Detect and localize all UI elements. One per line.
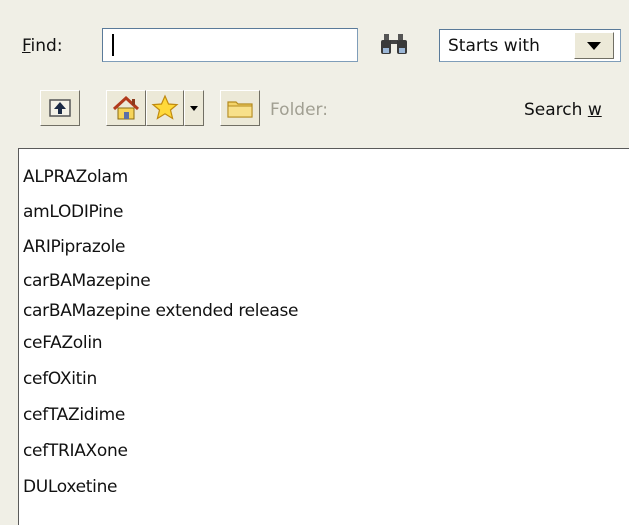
find-dialog: Find: Starts with Folder: Search w ALPRA… <box>0 0 629 525</box>
find-label: Find: <box>22 36 63 56</box>
favorites-button[interactable] <box>146 90 184 126</box>
search-within-hotkey: w <box>587 100 602 120</box>
find-label-text: ind: <box>30 36 63 56</box>
home-button[interactable] <box>106 90 146 126</box>
chevron-down-icon <box>587 42 601 50</box>
match-mode-value: Starts with <box>448 36 540 56</box>
list-item[interactable]: carBAMazepine extended release <box>23 301 299 321</box>
list-item[interactable]: DULoxetine <box>23 477 118 497</box>
text-caret <box>112 34 114 56</box>
list-item[interactable]: amLODIPine <box>23 202 123 222</box>
match-mode-select[interactable]: Starts with <box>439 29 621 62</box>
list-item[interactable]: cefTAZidime <box>23 405 125 425</box>
binoculars-icon[interactable] <box>379 32 409 58</box>
chevron-down-icon <box>190 106 198 111</box>
folder-button[interactable] <box>220 90 260 126</box>
match-mode-dropdown-button[interactable] <box>574 32 614 59</box>
find-input[interactable] <box>102 28 358 62</box>
list-item[interactable]: cefTRIAXone <box>23 441 128 461</box>
list-item[interactable]: cefOXitin <box>23 369 97 389</box>
favorites-dropdown-button[interactable] <box>184 90 204 126</box>
folder-label: Folder: <box>270 100 328 120</box>
list-item[interactable]: ceFAZolin <box>23 333 103 353</box>
up-folder-button[interactable] <box>40 90 80 126</box>
search-within-link[interactable]: Search w <box>524 100 602 120</box>
list-item[interactable]: carBAMazepine <box>23 271 151 291</box>
find-label-hotkey: F <box>22 36 31 56</box>
list-item[interactable]: ARIPiprazole <box>23 237 125 257</box>
list-item[interactable]: ALPRAZolam <box>23 167 128 187</box>
search-within-prefix: Search <box>524 100 588 120</box>
results-list[interactable]: ALPRAZolam amLODIPine ARIPiprazole carBA… <box>18 148 629 525</box>
